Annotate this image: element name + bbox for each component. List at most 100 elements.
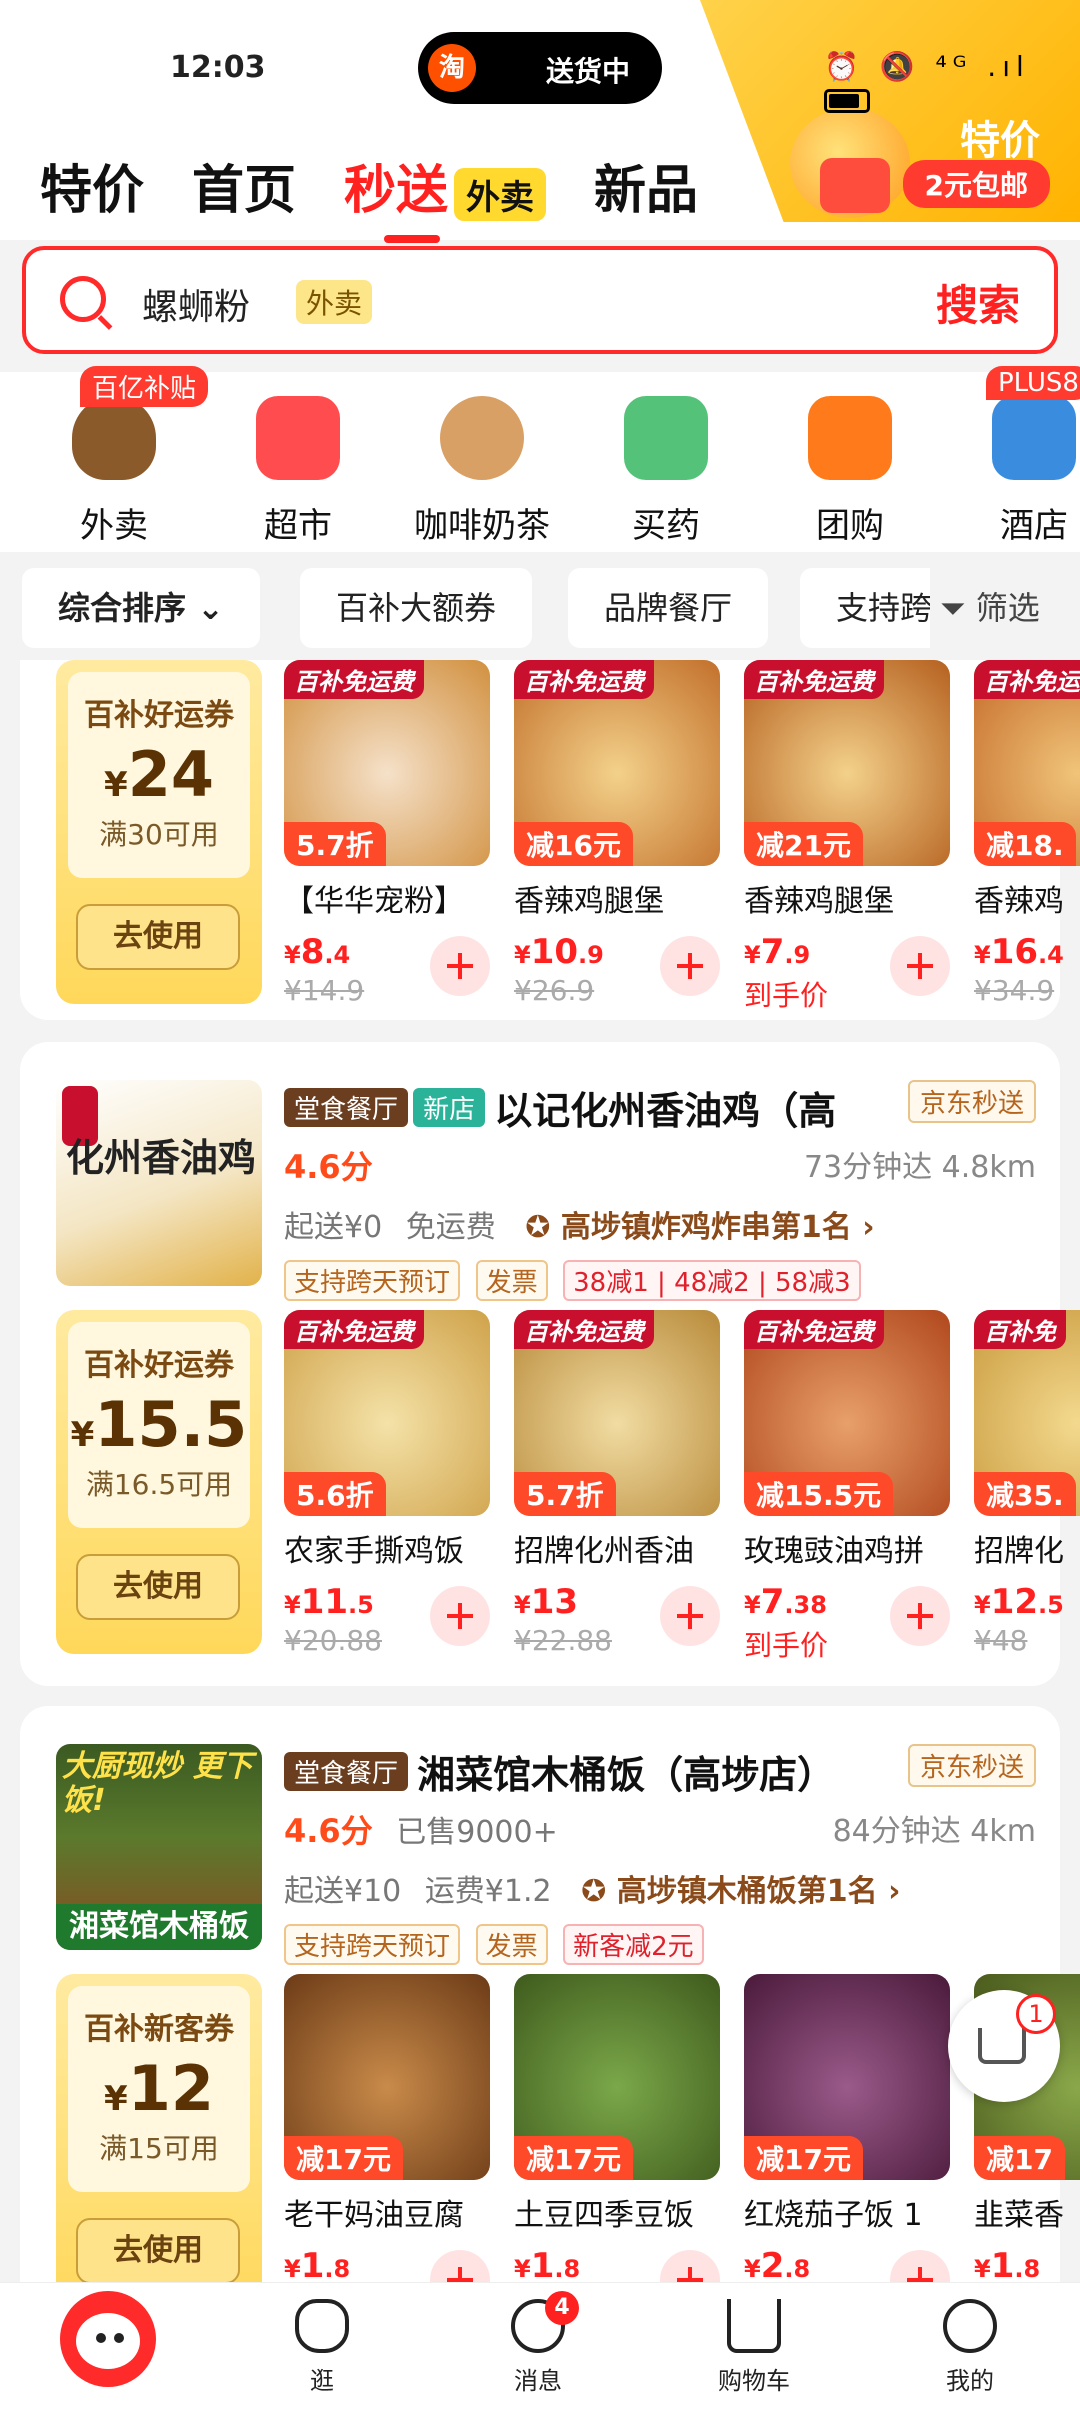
- category-coffee-tea[interactable]: 咖啡奶茶: [390, 372, 574, 547]
- shop-name[interactable]: 以记化州香油鸡（高: [494, 1089, 836, 1133]
- dish-image[interactable]: 百补免运费减18.: [974, 660, 1080, 866]
- nav-tab-specials[interactable]: 特价: [40, 148, 144, 223]
- delivery-status: 送货中: [546, 55, 631, 88]
- nav-tab-home[interactable]: 首页: [192, 148, 296, 223]
- tab-browse[interactable]: 逛: [262, 2299, 382, 2396]
- dish-price-value: 7: [760, 932, 785, 972]
- coupon-amount: ¥12: [104, 2052, 214, 2125]
- dish-price: ¥12.5: [974, 1582, 1064, 1622]
- coupon-amount-value: 12: [127, 2052, 214, 2125]
- nav-tab-new[interactable]: 新品: [594, 148, 698, 223]
- dish-image[interactable]: 减17元: [284, 1974, 490, 2180]
- promo-pill[interactable]: 2元包邮: [902, 160, 1050, 208]
- shop-promo-row: 支持跨天预订 发票 38减1 | 48减2 | 58减3: [284, 1260, 1036, 1301]
- shop-card[interactable]: 百补好运券 ¥24 满30可用 去使用 百补免运费 5.7折 【华华宠粉】 ¥8.4 ¥…: [20, 660, 1080, 1020]
- dish-image[interactable]: 百补免运费 5.6折: [284, 1310, 490, 1516]
- status-time: 12:03: [170, 50, 266, 85]
- dish-image[interactable]: 百补免运费 减16元: [514, 660, 720, 866]
- filter-button[interactable]: ⏷ 筛选: [930, 568, 1080, 648]
- dish-image[interactable]: 百补免运费 5.7折: [284, 660, 490, 866]
- dish-item[interactable]: 百补免 减35. 招牌化 ¥12.5 ¥48: [974, 1310, 1080, 1657]
- floating-cart-button[interactable]: 1: [948, 1990, 1060, 2102]
- min-order: 起送¥0: [284, 1210, 383, 1245]
- shop-card[interactable]: 化州香油鸡 堂食餐厅 新店 以记化州香油鸡（高 京东秒送 4.6分 73分钟达 …: [20, 1042, 1080, 1686]
- category-group-buy[interactable]: 团购: [758, 372, 942, 547]
- dish-item[interactable]: 减17元 土豆四季豆饭 ¥1.8: [514, 1974, 720, 2282]
- dish-image[interactable]: 减17元: [514, 1974, 720, 2180]
- tab-label: 购物车: [718, 2367, 790, 2395]
- use-coupon-button[interactable]: 去使用: [76, 904, 240, 970]
- dish-price-cents: .5: [1038, 1591, 1064, 1619]
- shop-name[interactable]: 湘菜馆木桶饭（高埗店）: [417, 1753, 835, 1797]
- delivery-pill[interactable]: 淘 送货中: [418, 32, 662, 104]
- filter-chip-brand[interactable]: 品牌餐厅: [568, 568, 769, 648]
- tab-messages[interactable]: 4 消息: [478, 2291, 598, 2396]
- free-delivery-ribbon: 百补免运费: [514, 1310, 654, 1349]
- category-hotel[interactable]: PLUS8 酒店: [942, 366, 1080, 547]
- shop-image-slogan: 大厨现炒 更下饭!: [62, 1749, 253, 1818]
- discount-badge: 5.6折: [284, 1472, 386, 1516]
- discount-badge: 减17元: [514, 2136, 633, 2180]
- dish-item[interactable]: 百补免运费 减21元 香辣鸡腿堡 ¥7.9 到手价: [744, 660, 950, 1014]
- dish-image[interactable]: 百补免 减35.: [974, 1310, 1080, 1516]
- dish-item[interactable]: 百补免运费 5.6折 农家手撕鸡饭 ¥11.5 ¥20.88: [284, 1310, 490, 1657]
- discount-tag: 新客减2元: [563, 1924, 704, 1965]
- free-delivery-ribbon: 百补免: [974, 1310, 1066, 1349]
- shop-eta: 73分钟达 4.8km: [803, 1150, 1036, 1185]
- shop-rank[interactable]: 高埗镇木桶饭第1名 ›: [617, 1874, 901, 1909]
- coupon-condition: 满15可用: [99, 2132, 219, 2165]
- use-coupon-button[interactable]: 去使用: [76, 2218, 240, 2282]
- dish-name: 韭菜香: [974, 2198, 1064, 2233]
- sort-dropdown[interactable]: 综合排序 ⌄: [22, 568, 260, 648]
- category-takeout[interactable]: 百亿补贴 外卖: [22, 366, 209, 547]
- add-to-cart-button[interactable]: [890, 1586, 950, 1646]
- use-coupon-button[interactable]: 去使用: [76, 1554, 240, 1620]
- dish-image[interactable]: 百补免运费 5.7折: [514, 1310, 720, 1516]
- filter-chip-coupon[interactable]: 百补大额券: [300, 568, 533, 648]
- dish-item[interactable]: 百补免运费 减16元 香辣鸡腿堡 ¥10.9 ¥26.9: [514, 660, 720, 1007]
- shop-rank[interactable]: 高埗镇炸鸡炸串第1名 ›: [561, 1210, 875, 1245]
- add-to-cart-button[interactable]: [890, 936, 950, 996]
- add-to-cart-button[interactable]: [430, 1586, 490, 1646]
- nav-tab-instant[interactable]: 秒送 外卖: [344, 148, 547, 243]
- shop-score: 4.6分: [284, 1148, 373, 1186]
- search-input[interactable]: 螺蛳粉: [142, 278, 250, 330]
- message-badge: 4: [545, 2291, 579, 2325]
- category-supermarket[interactable]: 超市: [206, 372, 390, 547]
- tab-me[interactable]: 我的: [910, 2299, 1030, 2396]
- dish-price-cents: .9: [784, 941, 811, 969]
- dish-image[interactable]: 百补免运费 减21元: [744, 660, 950, 866]
- tag-dine-in: 堂食餐厅: [284, 1752, 409, 1791]
- original-price: ¥34.9: [974, 974, 1055, 1007]
- rank-medal-icon: ✪: [581, 1874, 617, 1909]
- shop-card[interactable]: 大厨现炒 更下饭! 湘菜馆木桶饭 堂食餐厅 湘菜馆木桶饭（高埗店） 京东秒送 4…: [20, 1706, 1080, 2282]
- tab-cart[interactable]: 购物车: [694, 2299, 814, 2396]
- home-mascot-icon[interactable]: [60, 2291, 156, 2387]
- dish-item[interactable]: 百补免运费 5.7折 招牌化州香油 ¥13 ¥22.88: [514, 1310, 720, 1657]
- shop-title-row: 堂食餐厅 新店 以记化州香油鸡（高 京东秒送: [284, 1080, 1036, 1133]
- category-medicine[interactable]: 买药: [574, 372, 758, 547]
- add-to-cart-button[interactable]: [660, 1586, 720, 1646]
- shop-list: 百补好运券 ¥24 满30可用 去使用 百补免运费 5.7折 【华华宠粉】 ¥8.4 ¥…: [0, 660, 1080, 2282]
- promo-title[interactable]: 特价: [960, 108, 1040, 166]
- min-order: 起送¥10: [284, 1874, 402, 1909]
- search-button[interactable]: 搜索: [936, 272, 1020, 333]
- dish-item[interactable]: 百补免运费 减15.5元 玫瑰豉油鸡拼 ¥7.38 到手价: [744, 1310, 950, 1664]
- dish-item[interactable]: 百补免运费 5.7折 【华华宠粉】 ¥8.4 ¥14.9: [284, 660, 490, 1007]
- discount-tier: 48减2: [674, 1268, 750, 1298]
- dish-item[interactable]: 减17元 老干妈油豆腐 ¥1.8: [284, 1974, 490, 2282]
- dish-item[interactable]: 百补免运费减18. 香辣鸡 ¥16.4¥34.9: [974, 660, 1080, 1007]
- free-delivery-ribbon: 百补免运费: [974, 660, 1080, 699]
- cart-count-badge: 1: [1016, 1994, 1056, 2034]
- add-to-cart-button[interactable]: [660, 936, 720, 996]
- search-bar[interactable]: 螺蛳粉 外卖 搜索: [22, 246, 1058, 354]
- tag-dine-in: 堂食餐厅: [284, 1088, 409, 1127]
- dish-image[interactable]: 百补免运费 减15.5元: [744, 1310, 950, 1516]
- add-to-cart-button[interactable]: [430, 936, 490, 996]
- dish-image[interactable]: 减17元: [744, 1974, 950, 2180]
- dish-price-value: 12: [990, 1582, 1039, 1622]
- dish-item[interactable]: 减17元 红烧茄子饭 1 ¥2.8: [744, 1974, 950, 2282]
- shop-promo-row: 支持跨天预订 发票 新客减2元: [284, 1924, 1036, 1965]
- shop-image[interactable]: 化州香油鸡: [56, 1080, 262, 1286]
- shop-image[interactable]: 大厨现炒 更下饭! 湘菜馆木桶饭: [56, 1744, 262, 1950]
